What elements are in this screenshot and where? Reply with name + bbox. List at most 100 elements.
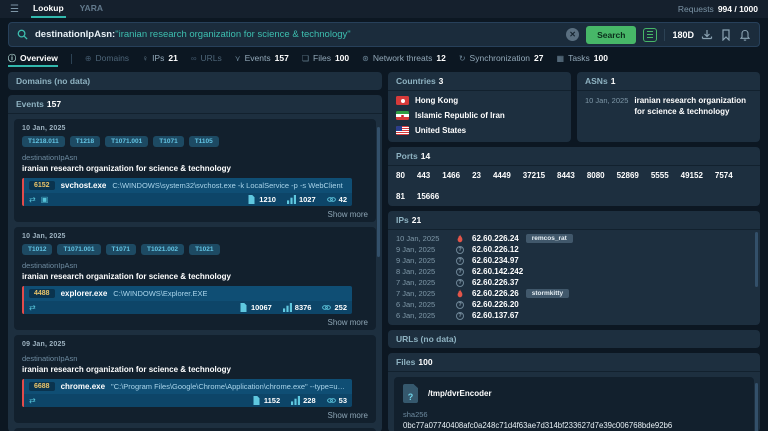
ip-address[interactable]: 62.60.226.20	[472, 300, 519, 309]
mitre-tag[interactable]: T1021.002	[141, 244, 184, 255]
port-value[interactable]: 15666	[417, 192, 439, 201]
connections-count: 228	[291, 396, 316, 405]
hash-value[interactable]: 0bc77a07740408afc0a248c71d4f63ae7d314bf2…	[403, 421, 745, 430]
country-row[interactable]: United States	[388, 123, 571, 138]
domains-panel-title: Domains (no data)	[8, 72, 382, 90]
port-value[interactable]: 5555	[651, 171, 669, 180]
port-value[interactable]: 8080	[587, 171, 605, 180]
tab-label: Overview	[20, 53, 58, 63]
port-value[interactable]: 7574	[715, 171, 733, 180]
mitre-tag[interactable]: T1012	[22, 244, 52, 255]
mitre-tag[interactable]: T1105	[189, 136, 219, 147]
link-icon	[327, 195, 336, 204]
tab-synchronization[interactable]: ↻Synchronization27	[459, 51, 544, 67]
ip-row: 7 Jan, 2025 62.60.226.26 stormkitty	[388, 288, 760, 299]
ips-list: 10 Jan, 2025 62.60.226.24 remcos_rat 9 J…	[388, 230, 760, 325]
ip-address[interactable]: 62.60.234.97	[472, 256, 519, 265]
download-icon[interactable]	[701, 29, 713, 41]
ip-date: 6 Jan, 2025	[396, 300, 448, 309]
process-row[interactable]: 4488 explorer.exe C:\WINDOWS\Explorer.EX…	[22, 286, 352, 314]
country-row[interactable]: Islamic Republic of Iran	[388, 108, 571, 123]
bookmark-icon[interactable]	[720, 29, 732, 41]
process-cmdline: C:\WINDOWS\system32\svchost.exe -k Local…	[112, 181, 342, 190]
port-value[interactable]: 443	[417, 171, 430, 180]
menu-icon[interactable]: ☰	[10, 4, 19, 15]
ip-address[interactable]: 62.60.226.24	[472, 234, 519, 243]
ports-panel-title: Ports14	[388, 147, 760, 166]
country-name: Islamic Republic of Iran	[415, 111, 505, 120]
mitre-tag[interactable]: T1071.001	[57, 244, 100, 255]
clear-search-icon[interactable]: ✕	[566, 28, 579, 41]
process-row[interactable]: 6152 svchost.exe C:\WINDOWS\system32\svc…	[22, 178, 352, 206]
country-name: United States	[415, 126, 466, 135]
ip-address[interactable]: 62.60.137.67	[472, 311, 519, 320]
bell-icon[interactable]	[739, 29, 751, 41]
search-button[interactable]: Search	[586, 26, 636, 44]
files-count: 1152	[252, 396, 280, 405]
mitre-tag[interactable]: T1021	[189, 244, 219, 255]
process-row[interactable]: 6688 chrome.exe "C:\Program Files\Google…	[22, 379, 352, 407]
files-count: 1210	[247, 195, 276, 204]
ip-row: 9 Jan, 2025 ? 62.60.234.97	[388, 255, 760, 266]
port-value[interactable]: 49152	[681, 171, 703, 180]
tab-lookup[interactable]: Lookup	[31, 0, 66, 18]
tab-urls[interactable]: ∞URLs	[191, 51, 222, 67]
port-value[interactable]: 23	[472, 171, 481, 180]
malware-tag[interactable]: remcos_rat	[526, 234, 573, 243]
mitre-tag[interactable]: T1071	[153, 136, 183, 147]
show-more-link[interactable]: Show more	[22, 318, 368, 327]
tab-files[interactable]: ❏Files100	[302, 51, 349, 67]
period-selector[interactable]: 180D	[672, 30, 694, 40]
ports-panel: Ports14 80 443 1466 23 4449 37215 8443 8…	[388, 147, 760, 206]
tab-ips[interactable]: ♀IPs21	[142, 51, 178, 67]
ip-address[interactable]: 62.60.226.12	[472, 245, 519, 254]
port-value[interactable]: 52869	[617, 171, 639, 180]
tab-network-threats[interactable]: ⊛Network threats12	[362, 51, 446, 67]
overview-content: Domains (no data) Events157 10 Jan, 2025…	[8, 72, 760, 431]
show-more-link[interactable]: Show more	[22, 411, 368, 420]
tab-label: Synchronization	[470, 53, 530, 63]
asn-name: iranian research organization for scienc…	[634, 96, 752, 118]
tab-events[interactable]: ⋎Events157	[235, 51, 289, 67]
scrollbar[interactable]	[755, 383, 758, 431]
port-value[interactable]: 81	[396, 192, 405, 201]
files-count: 10067	[239, 303, 272, 312]
tab-tasks[interactable]: ▦Tasks100	[557, 51, 608, 67]
events-list: 10 Jan, 2025 T1218.011 T1218 T1071.001 T…	[8, 119, 382, 431]
connections-icon	[283, 303, 292, 312]
show-more-link[interactable]: Show more	[22, 210, 368, 219]
tab-count: 21	[168, 53, 177, 63]
malware-tag[interactable]: stormkitty	[526, 289, 569, 298]
connections-icon	[287, 195, 296, 204]
search-icon	[17, 29, 28, 40]
ip-date: 8 Jan, 2025	[396, 267, 448, 276]
ip-row: 8 Jan, 2025 ? 62.60.142.242	[388, 266, 760, 277]
port-value[interactable]: 1466	[442, 171, 460, 180]
hash-label: sha256	[403, 410, 745, 419]
search-input[interactable]: destinationIpAsn:"iranian research organ…	[35, 29, 559, 40]
search-bar[interactable]: destinationIpAsn:"iranian research organ…	[8, 22, 760, 47]
scrollbar[interactable]	[377, 127, 380, 257]
scrollbar[interactable]	[755, 232, 758, 287]
ip-address[interactable]: 62.60.226.26	[472, 289, 519, 298]
port-value[interactable]: 80	[396, 171, 405, 180]
ip-address[interactable]: 62.60.226.37	[472, 278, 519, 287]
tab-overview[interactable]: ⓘOverview	[8, 51, 58, 67]
ip-address[interactable]: 62.60.142.242	[472, 267, 523, 276]
query-builder-icon[interactable]	[643, 28, 657, 42]
process-pid: 6152	[29, 181, 55, 190]
port-value[interactable]: 37215	[523, 171, 545, 180]
mitre-tag[interactable]: T1218.011	[22, 136, 65, 147]
country-row[interactable]: Hong Kong	[388, 93, 571, 108]
mitre-tag[interactable]: T1071.001	[105, 136, 148, 147]
mitre-tag[interactable]: T1071	[106, 244, 136, 255]
ip-date: 7 Jan, 2025	[396, 289, 448, 298]
port-value[interactable]: 4449	[493, 171, 511, 180]
mitre-tag[interactable]: T1218	[70, 136, 100, 147]
tab-domains[interactable]: ⊕Domains	[85, 51, 129, 67]
port-value[interactable]: 8443	[557, 171, 575, 180]
file-name[interactable]: /tmp/dvrEncoder	[428, 389, 492, 398]
asn-row[interactable]: 10 Jan, 2025 iranian research organizati…	[577, 91, 760, 123]
us-flag-icon	[396, 126, 409, 135]
tab-yara[interactable]: YARA	[78, 0, 105, 18]
